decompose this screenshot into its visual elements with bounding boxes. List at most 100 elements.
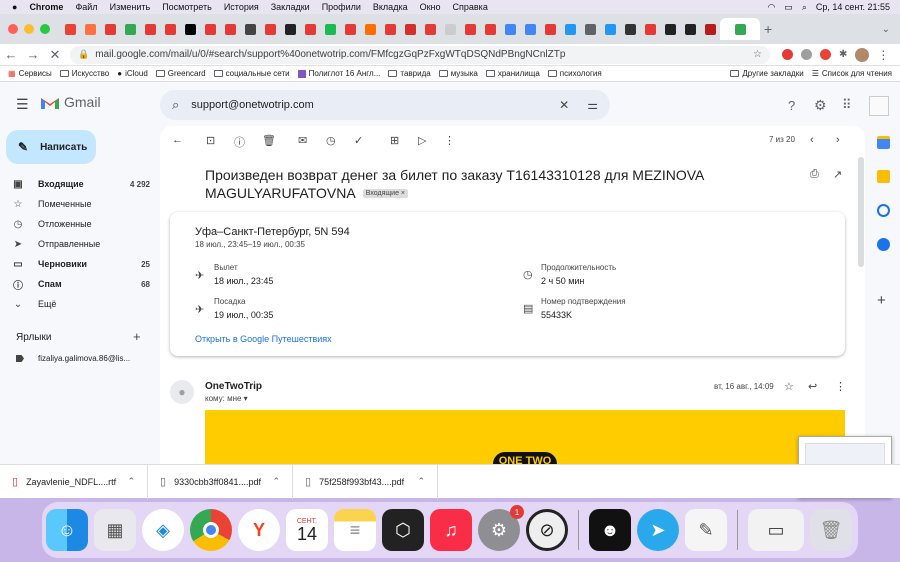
browser-tab[interactable]	[620, 18, 640, 40]
bookmark-services[interactable]: ▦ Сервисы	[8, 69, 52, 78]
browser-tab[interactable]	[500, 18, 520, 40]
bookmark-tavrida[interactable]: тавридa	[388, 69, 431, 78]
get-addons-icon[interactable]: +	[877, 292, 886, 309]
bookmark-social[interactable]: социальные сети	[213, 69, 290, 78]
calendar-app-icon[interactable]: СЕНТ. 14	[286, 509, 328, 551]
sender-name[interactable]: OneTwoTrip	[205, 381, 262, 392]
browser-tab[interactable]	[220, 18, 240, 40]
browser-tab[interactable]	[100, 18, 120, 40]
scrollbar-thumb[interactable]	[858, 157, 864, 267]
tab-search-icon[interactable]: ⌄	[882, 24, 890, 35]
browser-tab[interactable]	[700, 18, 720, 40]
textedit-icon[interactable]: ✎	[685, 509, 727, 551]
browser-tab[interactable]	[340, 18, 360, 40]
yandex-browser-icon[interactable]: Y	[238, 509, 280, 551]
label-icon[interactable]: ▷	[418, 134, 426, 147]
browser-tab[interactable]	[180, 18, 200, 40]
calendar-icon[interactable]	[877, 136, 890, 149]
tasks-icon[interactable]	[877, 204, 890, 217]
apple-icon[interactable]: ●	[12, 2, 17, 12]
browser-tab[interactable]	[560, 18, 580, 40]
browser-tab[interactable]	[120, 18, 140, 40]
close-window-button[interactable]	[8, 24, 18, 34]
inbox-chip[interactable]: Входящие ×	[362, 189, 409, 199]
browser-tab[interactable]	[360, 18, 380, 40]
launchpad-icon[interactable]: ▦	[94, 509, 136, 551]
safari-icon[interactable]: ◈	[142, 509, 184, 551]
recipient-line[interactable]: кому: мне ▾	[205, 394, 248, 403]
search-input[interactable]: support@onetwotrip.com	[191, 99, 313, 111]
clear-search-icon[interactable]: ✕	[559, 98, 569, 112]
bookmark-storage[interactable]: хранилища	[485, 69, 540, 78]
browser-tab[interactable]	[160, 18, 180, 40]
settings-gear-icon[interactable]: ⚙	[814, 97, 827, 114]
menu-window[interactable]: Окно	[420, 2, 441, 12]
browser-tab[interactable]	[60, 18, 80, 40]
bookmark-polyglot[interactable]: Полиглот 16 Англ...	[297, 69, 380, 78]
browser-tab[interactable]	[580, 18, 600, 40]
download-item[interactable]: ▯ 9330cbb3ff0841....pdf ⌃	[148, 464, 293, 499]
trash-icon[interactable]: 🗑	[810, 509, 852, 551]
nav-item[interactable]: ▣ Входящие 4 292	[12, 174, 150, 194]
main-menu-icon[interactable]: ☰	[16, 96, 29, 113]
account-avatar[interactable]	[869, 96, 889, 116]
download-item[interactable]: ▯ 75f258f993bf43....pdf ⌃	[293, 464, 438, 499]
back-to-list-icon[interactable]: ←	[172, 134, 183, 146]
label-item[interactable]: fizaliya.galimova.86@lis...	[16, 354, 130, 363]
older-chevron-icon[interactable]: ›	[836, 134, 840, 146]
bookmark-art[interactable]: Искусство	[59, 69, 109, 78]
search-options-icon[interactable]: ⚌	[587, 98, 598, 112]
menu-help[interactable]: Справка	[453, 2, 488, 12]
gmail-logo[interactable]: Gmail	[40, 94, 101, 110]
browser-tab[interactable]	[420, 18, 440, 40]
move-to-icon[interactable]: ⊞	[390, 134, 399, 147]
menu-view[interactable]: Посмотреть	[162, 2, 212, 12]
browser-tab[interactable]	[460, 18, 480, 40]
chrome-icon[interactable]	[190, 509, 232, 551]
contacts-icon[interactable]	[877, 238, 890, 251]
menu-profiles[interactable]: Профили	[322, 2, 361, 12]
zoom-window-button[interactable]	[40, 24, 50, 34]
downloads-stack-icon[interactable]: ▭	[748, 509, 804, 551]
bookmark-psychology[interactable]: психология	[547, 69, 602, 78]
chevron-up-icon[interactable]: ⌃	[272, 476, 280, 487]
add-label-icon[interactable]: +	[133, 329, 141, 344]
browser-tab[interactable]	[600, 18, 620, 40]
search-bar[interactable]: ⌕ support@onetwotrip.com ✕ ⚌	[160, 90, 610, 120]
notes-icon[interactable]: ≡	[334, 509, 376, 551]
browser-tab[interactable]	[660, 18, 680, 40]
browser-tab[interactable]	[400, 18, 420, 40]
extension-m-icon[interactable]	[801, 49, 812, 60]
telegram-icon[interactable]: ➤	[637, 509, 679, 551]
forward-button[interactable]: →	[22, 47, 44, 62]
browser-tab[interactable]	[640, 18, 660, 40]
chevron-up-icon[interactable]: ⌃	[417, 476, 425, 487]
bookmark-other[interactable]: Другие закладки	[730, 69, 804, 78]
new-tab-button[interactable]: +	[764, 21, 772, 37]
stop-loading-icon[interactable]: ✕	[44, 47, 66, 63]
cube-app-icon[interactable]: ⬡	[382, 509, 424, 551]
delete-icon[interactable]: 🗑	[262, 134, 276, 147]
nav-item[interactable]: ◷ Отложенные	[12, 214, 150, 234]
nav-item[interactable]: ▭ Черновики 25	[12, 254, 150, 274]
star-icon[interactable]: ☆	[784, 380, 794, 393]
menu-tab[interactable]: Вкладка	[373, 2, 408, 12]
nav-item[interactable]: ➤ Отправленные	[12, 234, 150, 254]
puzzle-icon[interactable]: ✱	[839, 49, 847, 60]
open-new-window-icon[interactable]: ↗	[833, 168, 842, 181]
bookmark-greencard[interactable]: Greencard	[155, 69, 206, 78]
kebab-menu-icon[interactable]: ⋮	[877, 48, 889, 62]
menu-history[interactable]: История	[224, 2, 259, 12]
download-item[interactable]: ▯ Zayavlenie_NDFL....rtf ⌃	[0, 464, 148, 499]
bookmark-star-icon[interactable]: ☆	[753, 49, 762, 60]
newer-chevron-icon[interactable]: ‹	[810, 134, 814, 146]
browser-tab[interactable]	[300, 18, 320, 40]
bookmark-music[interactable]: музыка	[438, 69, 478, 78]
extension-red-icon[interactable]	[820, 49, 831, 60]
clock[interactable]: Ср, 14 сент. 21:55	[816, 2, 890, 12]
browser-tab[interactable]	[320, 18, 340, 40]
compose-button[interactable]: ✎ Написать	[6, 130, 96, 164]
browser-tab[interactable]	[200, 18, 220, 40]
report-spam-icon[interactable]: ⓘ	[234, 134, 245, 150]
menu-edit[interactable]: Изменить	[110, 2, 151, 12]
